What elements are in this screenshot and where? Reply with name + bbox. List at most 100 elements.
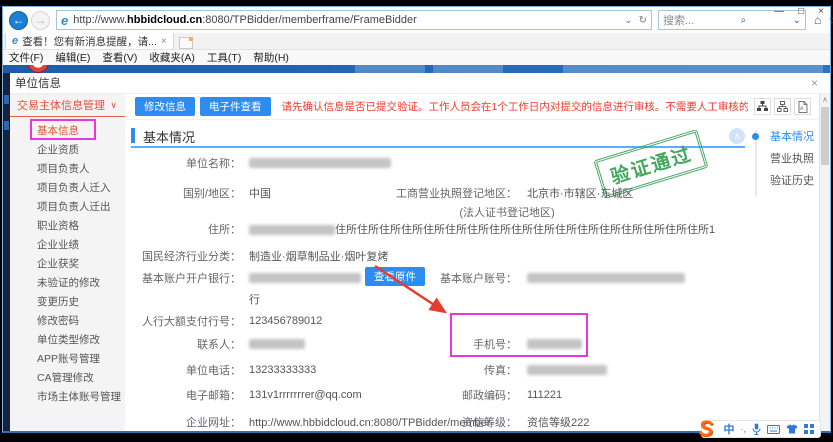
menu-view[interactable]: 查看(V)	[102, 50, 137, 65]
sidebar-item-change-history[interactable]: 变更历史	[3, 293, 125, 312]
unit-name-label: 单位名称：	[125, 155, 241, 171]
bank-label: 基本账户开户银行：	[125, 270, 241, 286]
sidebar-item-unverified-changes[interactable]: 未验证的修改	[3, 274, 125, 293]
row-bank-account: 基本账户开户银行： 查看原件 基本账户账号：	[125, 269, 750, 287]
main-panel: 修改信息 电子件查看 请先确认信息是否已提交验证。工作人员会在1个工作日内对提交…	[125, 94, 819, 431]
search-icon[interactable]: ⌕	[741, 15, 747, 26]
vertical-scrollbar[interactable]: ∧	[819, 94, 830, 431]
ime-mode-chinese[interactable]: 中	[724, 421, 735, 437]
reg-area-label: 工商营业执照登记地区：	[377, 185, 517, 201]
sidebar-item-unit-type-change[interactable]: 单位类型修改	[3, 331, 125, 350]
scrollbar-thumb[interactable]	[821, 107, 829, 165]
row-industry: 国民经济行业分类： 制造业·烟草制品业·烟叶复烤	[125, 247, 750, 265]
row-country-regarea: 国别/地区： 中国 工商营业执照登记地区： 北京市·市辖区·东城区	[125, 184, 750, 202]
site-emblem-logo	[27, 65, 49, 73]
redacted-account	[527, 273, 685, 283]
sidebar-item-performance[interactable]: 企业业绩	[3, 236, 125, 255]
email-label: 电子邮箱：	[125, 387, 241, 403]
anchor-basic-info[interactable]: 基本情况	[770, 130, 814, 152]
toolbar: 修改信息 电子件查看 请先确认信息是否已提交验证。工作人员会在1个工作日内对提交…	[125, 94, 819, 120]
close-window-button[interactable]: ×	[818, 6, 824, 18]
sidebar-item-change-password[interactable]: 修改密码	[3, 312, 125, 331]
scroll-up-arrow[interactable]: ∧	[820, 94, 830, 106]
menu-favorites[interactable]: 收藏夹(A)	[149, 50, 195, 65]
annotation-box-basic-info	[30, 119, 96, 140]
redacted-fax	[527, 365, 607, 375]
industry-label: 国民经济行业分类：	[125, 248, 241, 264]
autocomplete-caret-icon[interactable]: ⌄	[624, 15, 632, 26]
maximize-button[interactable]: □	[798, 6, 804, 18]
tab-favicon: e	[12, 35, 18, 47]
row-email-postcode: 电子邮箱： 131v1rrrrrrrer@qq.com 邮政编码： 111221	[125, 386, 750, 404]
menu-file[interactable]: 文件(F)	[9, 50, 43, 65]
redacted-bank	[249, 273, 361, 283]
postcode-value: 111221	[527, 389, 562, 401]
pay-code-value: 123456789012	[249, 315, 322, 327]
anchor-verify-history[interactable]: 验证历史	[770, 174, 814, 196]
country-value: 中国	[249, 185, 271, 201]
ie-page-icon: e	[61, 13, 68, 28]
browser-chrome: — □ × ← → e http://www.hbbidcloud.cn:808…	[3, 7, 830, 33]
skin-shirt-icon[interactable]	[786, 424, 798, 434]
website-label: 企业网址：	[125, 412, 241, 431]
redacted-unit-name	[249, 158, 391, 168]
search-placeholder: 搜索...	[663, 12, 694, 28]
ime-cursor-icon[interactable]: ·,	[741, 424, 747, 434]
modal-title: 单位信息	[15, 75, 61, 91]
redacted-address	[249, 225, 335, 235]
refresh-icon[interactable]: ↻	[639, 15, 647, 26]
menu-tools[interactable]: 工具(T)	[207, 50, 241, 65]
collapse-section-button[interactable]: ∧	[729, 128, 745, 144]
reg-area-value: 北京市·市辖区·东城区	[527, 185, 633, 201]
sidebar-group-header[interactable]: 交易主体信息管理 ∨	[3, 94, 125, 117]
sidebar-item-qualification[interactable]: 企业资质	[3, 141, 125, 160]
address-bar[interactable]: e http://www.hbbidcloud.cn:8080/TPBidder…	[56, 10, 652, 30]
sidebar-item-pm-transfer-in[interactable]: 项目负责人迁入	[3, 179, 125, 198]
org-chart-filled-icon[interactable]	[754, 98, 771, 115]
eview-button[interactable]: 电子件查看	[200, 97, 271, 116]
sogou-logo-icon[interactable]: S	[699, 416, 714, 442]
industry-value: 制造业·烟草制品业·烟叶复烤	[249, 248, 388, 264]
phone-value: 13233333333	[249, 364, 316, 376]
account-label: 基本账户账号：	[377, 270, 517, 286]
sidebar-item-professional-qual[interactable]: 职业资格	[3, 217, 125, 236]
tab-bar: e 查看！您有新消息提醒，请... ×	[3, 33, 830, 50]
toolbox-grid-icon[interactable]	[804, 424, 814, 434]
modal-close-icon[interactable]: ×	[811, 76, 818, 90]
sidebar-item-project-manager[interactable]: 项目负责人	[3, 160, 125, 179]
browser-tab[interactable]: e 查看！您有新消息提醒，请... ×	[5, 32, 174, 49]
anchor-business-license[interactable]: 营业执照	[770, 152, 814, 174]
back-button[interactable]: ←	[9, 11, 28, 30]
new-tab-button[interactable]	[179, 37, 193, 49]
modify-info-button[interactable]: 修改信息	[135, 97, 195, 116]
row-phone-fax: 单位电话： 13233333333 传真：	[125, 361, 750, 379]
menu-edit[interactable]: 编辑(E)	[55, 50, 90, 65]
row-pay-code: 人行大额支付行号： 123456789012	[125, 312, 750, 330]
sidebar-item-app-account[interactable]: APP账号管理	[3, 350, 125, 369]
org-chart-outline-icon[interactable]	[774, 98, 791, 115]
fax-label: 传真：	[377, 362, 517, 378]
sidebar-item-ca-management[interactable]: CA管理修改	[3, 369, 125, 388]
contact-label: 联系人：	[125, 336, 241, 352]
svg-text:A: A	[800, 106, 804, 112]
keyboard-icon[interactable]	[767, 425, 780, 434]
reg-area-note: (法人证书登记地区)	[377, 204, 637, 220]
minimize-button[interactable]: —	[774, 6, 784, 18]
country-label: 国别/地区：	[125, 185, 241, 201]
credit-label: 资信等级：	[377, 412, 517, 431]
row-address: 住所： 住所住所住所住所住所住所住所住所住所住所住所住所住所住所住所住所住所1	[125, 220, 750, 238]
sidebar-item-pm-transfer-out[interactable]: 项目负责人迁出	[3, 198, 125, 217]
tab-close-icon[interactable]: ×	[161, 36, 167, 47]
sidebar-item-market-account[interactable]: 市场主体账号管理	[3, 388, 125, 407]
page-area: 单位信息 × 交易主体信息管理 ∨ 基本信息 企业资质 项目负责人 项目负责人迁…	[3, 65, 830, 431]
forward-button[interactable]: →	[31, 11, 50, 30]
bank-value-suffix: 行	[249, 291, 260, 307]
sidebar-item-awards[interactable]: 企业获奖	[3, 255, 125, 274]
microphone-icon[interactable]	[752, 423, 761, 435]
menu-help[interactable]: 帮助(H)	[253, 50, 289, 65]
favorites-star-icon[interactable]: ☆	[828, 13, 833, 27]
ime-toolbar: S 中 ·,	[701, 420, 822, 438]
pdf-document-icon[interactable]: A	[794, 98, 811, 115]
address-label: 住所：	[125, 221, 241, 237]
url-text[interactable]: http://www.hbbidcloud.cn:8080/TPBidder/m…	[73, 14, 624, 26]
